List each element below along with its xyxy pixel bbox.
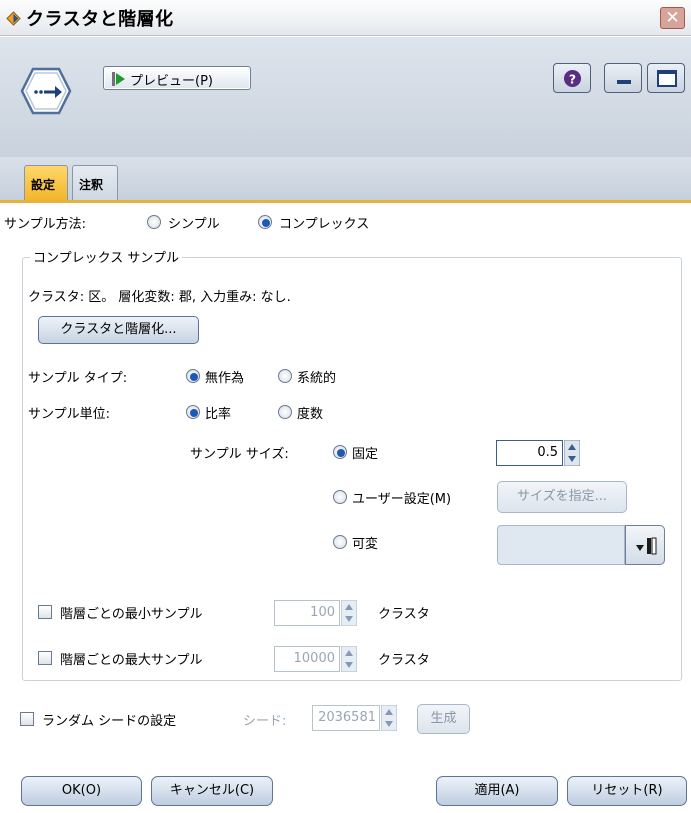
radio-fixed-label: 固定 <box>352 447 379 462</box>
radio-variable-size-label: 可変 <box>352 537 379 552</box>
seed-label: シード: <box>243 714 287 729</box>
complex-sample-legend: コンプレックス サンプル <box>30 247 182 266</box>
radio-custom-size-label: ユーザー設定(M) <box>352 492 452 507</box>
radio-random-label: 無作為 <box>205 371 245 386</box>
variable-size-field[interactable] <box>497 525 625 565</box>
radio-custom-size[interactable] <box>333 490 347 504</box>
radio-random[interactable] <box>186 369 200 383</box>
help-button[interactable]: ? <box>553 63 591 93</box>
radio-systematic-label: 系統的 <box>297 371 337 386</box>
arrow-node-icon <box>20 67 72 115</box>
min-per-stratum-unit: クラスタ <box>378 607 430 622</box>
min-per-stratum-field[interactable]: 100 <box>274 600 340 626</box>
apply-button[interactable]: 適用(A) <box>436 776 558 806</box>
max-per-stratum-checkbox[interactable] <box>38 651 52 665</box>
diamond-node-icon <box>6 11 21 26</box>
cancel-button[interactable]: キャンセル(C) <box>151 776 273 806</box>
window-title: クラスタと階層化 <box>26 9 174 30</box>
sample-method-label: サンプル方法: <box>4 217 86 232</box>
radio-simple-label: シンプル <box>168 217 220 232</box>
tab-settings[interactable]: 設定 <box>24 165 68 200</box>
spinner-arrows-icon[interactable] <box>341 646 357 672</box>
min-per-stratum-checkbox[interactable] <box>38 605 52 619</box>
close-button[interactable]: ✕ <box>660 7 685 29</box>
radio-simple[interactable] <box>147 215 161 229</box>
reset-button[interactable]: リセット(R) <box>567 776 687 806</box>
cluster-summary: クラスタ: 区。 層化変数: 郡, 入力重み: なし. <box>28 290 291 305</box>
maximize-button[interactable] <box>647 63 685 93</box>
preview-label: プレビュー(P) <box>130 74 213 89</box>
maximize-icon <box>657 70 677 87</box>
minimize-button[interactable] <box>604 63 642 93</box>
min-per-stratum-label: 階層ごとの最小サンプル <box>60 607 203 622</box>
spinner-arrows-icon[interactable] <box>381 705 397 731</box>
max-per-stratum-unit: クラスタ <box>378 653 430 668</box>
specify-size-button[interactable]: サイズを指定... <box>497 481 627 513</box>
radio-count-label: 度数 <box>297 407 324 422</box>
spinner-arrows-icon[interactable] <box>564 440 580 466</box>
tab-notes[interactable]: 注釈 <box>72 165 118 200</box>
random-seed-label: ランダム シードの設定 <box>42 714 177 729</box>
radio-complex-label: コンプレックス <box>279 217 370 232</box>
random-seed-checkbox[interactable] <box>20 712 34 726</box>
minimize-icon <box>617 80 631 84</box>
help-icon: ? <box>563 69 582 88</box>
radio-proportion[interactable] <box>186 405 200 419</box>
cluster-stratify-button[interactable]: クラスタと階層化... <box>38 316 199 344</box>
field-picker-button[interactable] <box>625 525 665 565</box>
radio-systematic[interactable] <box>278 369 292 383</box>
preview-button[interactable]: プレビュー(P) <box>103 66 251 90</box>
radio-complex[interactable] <box>258 215 272 229</box>
sample-size-label: サンプル サイズ: <box>190 447 289 462</box>
toolbar <box>0 37 691 157</box>
radio-variable-size[interactable] <box>333 535 347 549</box>
max-per-stratum-field[interactable]: 10000 <box>274 646 340 672</box>
ok-button[interactable]: OK(O) <box>21 776 142 806</box>
spinner-arrows-icon[interactable] <box>341 600 357 626</box>
play-icon <box>112 72 125 86</box>
fixed-size-field[interactable]: 0.5 <box>496 440 563 466</box>
field-picker-icon <box>636 537 657 555</box>
radio-proportion-label: 比率 <box>205 407 232 422</box>
radio-fixed[interactable] <box>333 445 347 459</box>
sample-type-label: サンプル タイプ: <box>28 371 128 386</box>
max-per-stratum-label: 階層ごとの最大サンプル <box>60 653 203 668</box>
sample-unit-label: サンプル単位: <box>28 407 110 422</box>
seed-field[interactable]: 2036581 <box>312 705 380 731</box>
help-glyph: ? <box>569 72 576 86</box>
generate-seed-button[interactable]: 生成 <box>417 704 470 734</box>
radio-count[interactable] <box>278 405 292 419</box>
